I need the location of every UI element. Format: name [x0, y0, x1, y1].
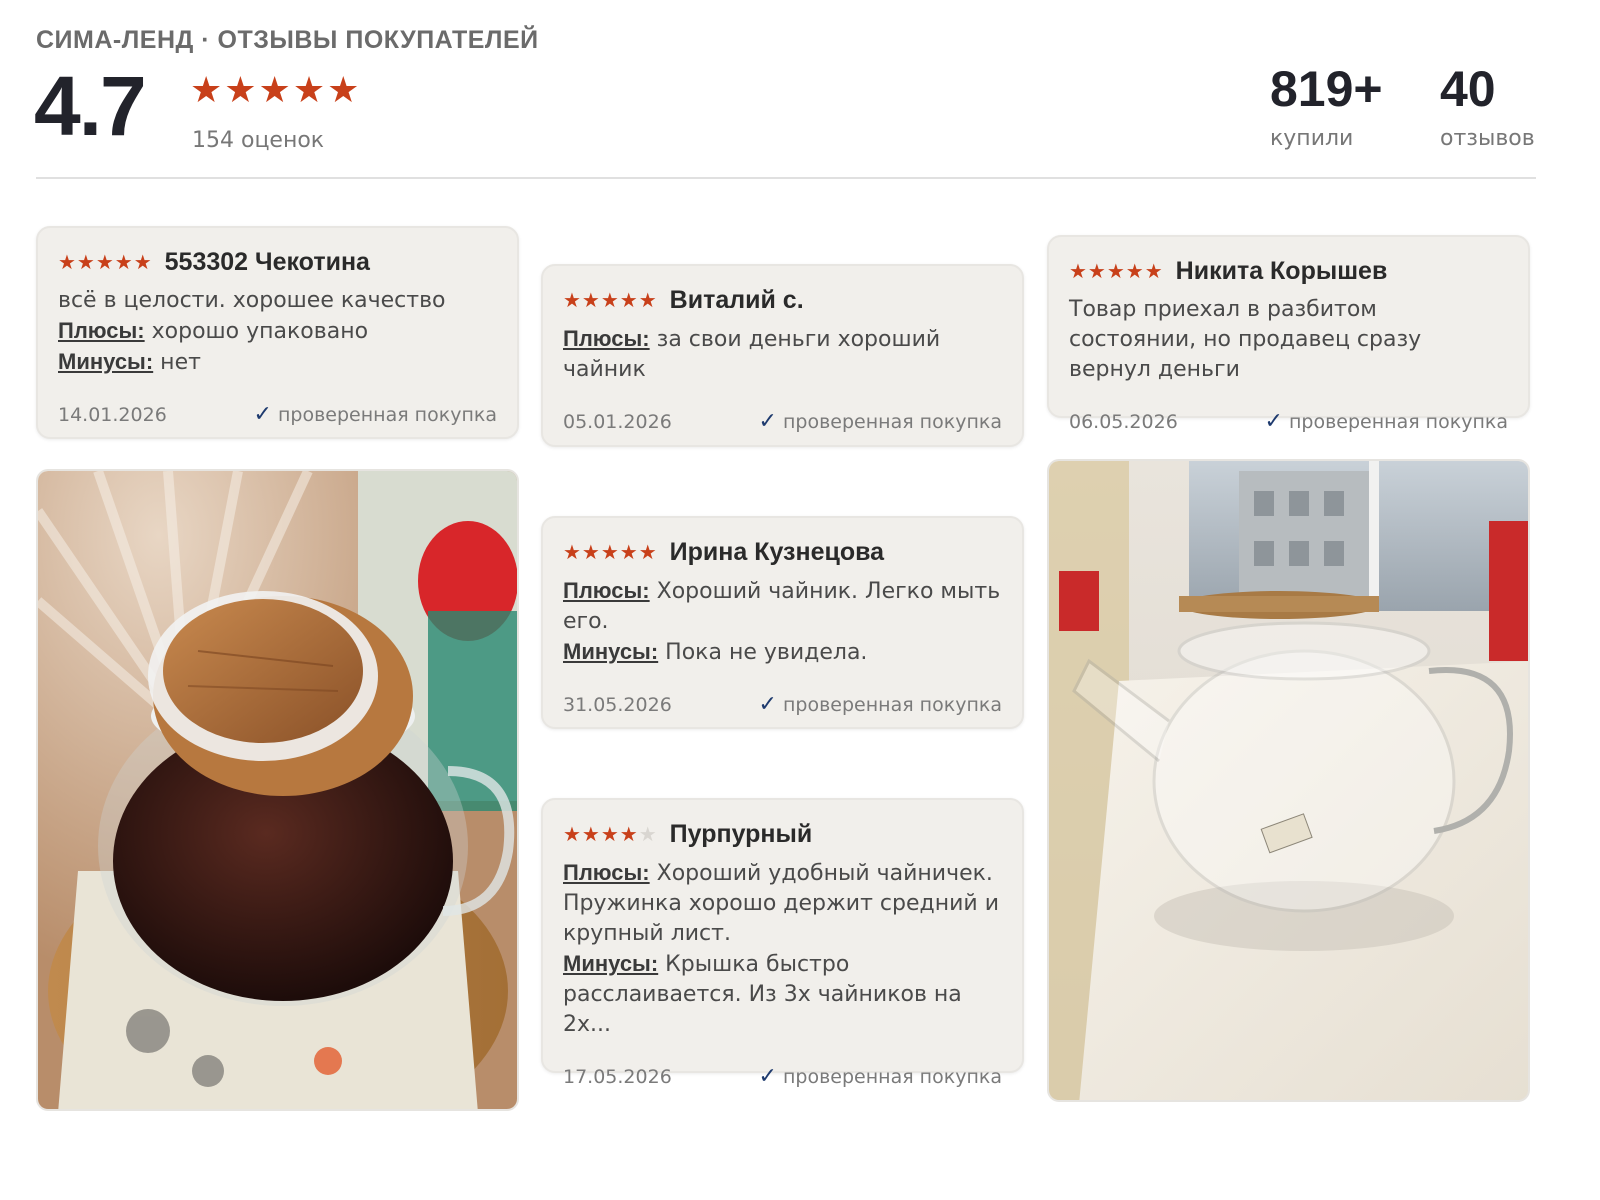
review-plus-label: Плюсы: [563, 326, 650, 351]
stat-bought: 819+ купили [1270, 60, 1383, 151]
review-card[interactable]: ★★★★★ Пурпурный Плюсы: Хороший удобный ч… [541, 798, 1024, 1089]
review-card[interactable]: ★★★★★ Виталий с. Плюсы: за свои деньги х… [541, 264, 1024, 447]
review-date: 31.05.2026 [563, 693, 672, 716]
review-stars: ★★★★★ [563, 288, 658, 312]
review-stars: ★★★★★ [1069, 259, 1164, 283]
stat-reviews[interactable]: 40 отзывов [1440, 60, 1535, 151]
teapot-with-tea-image [38, 471, 517, 1109]
review-card[interactable]: ★★★★★ Никита Корышев Товар приехал в раз… [1047, 235, 1530, 434]
review-author: 553302 Чекотина [164, 247, 370, 276]
review-plus-label: Плюсы: [563, 578, 650, 603]
rating-count: 154 оценок [192, 128, 325, 153]
review-plus-label: Плюсы: [58, 318, 145, 343]
review-text: всё в целости. хорошее качество [58, 288, 446, 313]
review-author: Пурпурный [669, 819, 813, 848]
check-icon: ✓ [758, 409, 777, 434]
check-icon: ✓ [758, 1064, 777, 1089]
review-stars: ★★★★★ [563, 822, 658, 846]
header-divider [36, 177, 1536, 179]
review-date: 05.01.2026 [563, 410, 672, 433]
review-author: Никита Корышев [1175, 256, 1388, 285]
review-minus-label: Минусы: [563, 639, 659, 664]
review-author: Ирина Кузнецова [669, 537, 885, 566]
empty-glass-teapot-image [1049, 461, 1528, 1100]
review-body: Плюсы: Хороший удобный чайничек. Пружинк… [563, 858, 1002, 1040]
check-icon: ✓ [253, 402, 272, 427]
average-rating-stars: ★★★★★ [190, 70, 362, 111]
review-minus-label: Минусы: [58, 349, 154, 374]
stat-reviews-label: отзывов [1440, 126, 1535, 151]
check-icon: ✓ [1264, 409, 1283, 434]
stat-bought-label: купили [1270, 126, 1354, 151]
review-photo-teapot-with-tea[interactable] [36, 469, 519, 1111]
review-author: Виталий с. [669, 285, 804, 314]
review-plus-label: Плюсы: [563, 860, 650, 885]
review-photo-empty-teapot[interactable] [1047, 459, 1530, 1102]
verified-badge: ✓ проверенная покупка [758, 409, 1002, 434]
review-card[interactable]: ★★★★★ 553302 Чекотина всё в целости. хор… [36, 226, 519, 439]
verified-badge: ✓ проверенная покупка [1264, 409, 1508, 434]
review-minus: Пока не увидела. [658, 640, 868, 665]
average-rating: 4.7 [34, 59, 147, 153]
review-card[interactable]: ★★★★★ Ирина Кузнецова Плюсы: Хороший чай… [541, 516, 1024, 729]
review-date: 06.05.2026 [1069, 410, 1178, 433]
verified-badge: ✓ проверенная покупка [758, 1064, 1002, 1089]
review-minus-label: Минусы: [563, 951, 659, 976]
review-text: Товар приехал в разбитом состоянии, но п… [1069, 297, 1422, 382]
review-stars: ★★★★★ [563, 540, 658, 564]
review-body: Товар приехал в разбитом состоянии, но п… [1069, 295, 1508, 385]
review-body: Плюсы: Хороший чайник. Легко мыть его. М… [563, 576, 1002, 668]
review-body: Плюсы: за свои деньги хороший чайник [563, 324, 1002, 385]
review-minus: нет [153, 350, 201, 375]
page-title: СИМА-ЛЕНД · ОТЗЫВЫ ПОКУПАТЕЛЕЙ [36, 26, 539, 54]
review-stars: ★★★★★ [58, 250, 153, 274]
verified-badge: ✓ проверенная покупка [758, 692, 1002, 717]
verified-badge: ✓ проверенная покупка [253, 402, 497, 427]
review-body: всё в целости. хорошее качество Плюсы: х… [58, 286, 497, 378]
review-date: 14.01.2026 [58, 403, 167, 426]
review-date: 17.05.2026 [563, 1065, 672, 1088]
stat-bought-value: 819+ [1270, 61, 1383, 117]
stat-reviews-value: 40 [1440, 61, 1496, 117]
review-plus: хорошо упаковано [144, 319, 369, 344]
check-icon: ✓ [758, 692, 777, 717]
